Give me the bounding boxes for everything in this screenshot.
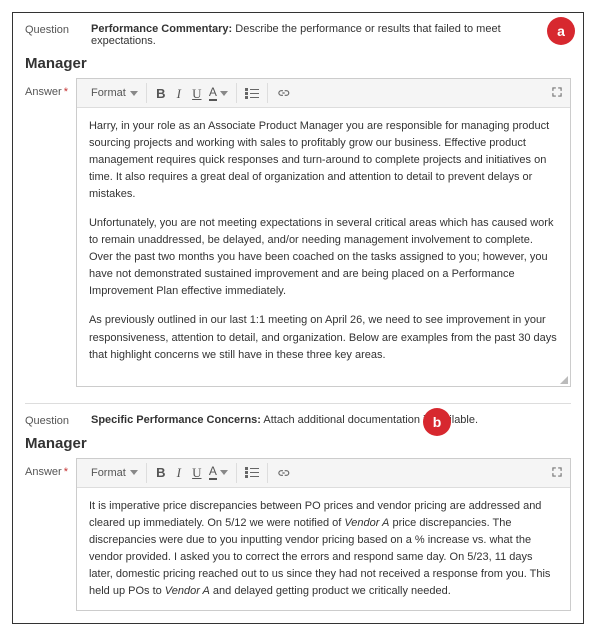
question-bold: Performance Commentary:	[91, 23, 232, 35]
chevron-down-icon	[130, 470, 138, 475]
editor-toolbar: Format B I U A	[77, 79, 570, 108]
link-icon	[276, 466, 290, 480]
toolbar-group-link	[268, 463, 298, 483]
bullet-list-button[interactable]	[245, 88, 259, 99]
question-row-b: Question Specific Performance Concerns: …	[25, 414, 571, 427]
italic-button[interactable]: I	[173, 466, 185, 479]
section-divider	[25, 403, 571, 404]
question-text: Specific Performance Concerns: Attach ad…	[91, 414, 571, 426]
text-color-icon: A	[209, 86, 217, 101]
format-label: Format	[91, 87, 126, 99]
link-icon	[276, 86, 290, 100]
resize-handle[interactable]	[558, 374, 568, 384]
toolbar-group-font: B I U A	[147, 463, 237, 483]
answer-row-b: Answer* Format B I U A	[25, 458, 571, 611]
answer-label: Answer*	[25, 458, 68, 478]
question-label: Question	[25, 414, 77, 427]
paragraph: Unfortunately, you are not meeting expec…	[89, 215, 558, 300]
rich-text-editor: Format B I U A	[76, 78, 571, 387]
toolbar-group-link	[268, 83, 298, 103]
text-color-button[interactable]: A	[209, 86, 228, 101]
format-dropdown[interactable]: Format	[91, 467, 138, 479]
annotation-badge-b: b	[423, 408, 451, 436]
question-label: Question	[25, 23, 77, 36]
answer-label-text: Answer	[25, 466, 62, 478]
paragraph: Harry, in your role as an Associate Prod…	[89, 118, 558, 203]
required-mark: *	[64, 86, 68, 98]
editor-toolbar: Format B I U A	[77, 459, 570, 488]
bold-button[interactable]: B	[155, 87, 167, 100]
underline-button[interactable]: U	[191, 87, 203, 100]
link-button[interactable]	[276, 466, 290, 480]
paragraph: As previously outlined in our last 1:1 m…	[89, 312, 558, 363]
format-label: Format	[91, 467, 126, 479]
question-bold: Specific Performance Concerns:	[91, 414, 261, 426]
toolbar-group-format: Format	[83, 463, 147, 483]
format-dropdown[interactable]: Format	[91, 87, 138, 99]
toolbar-group-format: Format	[83, 83, 147, 103]
role-heading: Manager	[25, 55, 571, 72]
expand-button[interactable]	[550, 465, 564, 479]
annotation-badge-a: a	[547, 17, 575, 45]
bold-button[interactable]: B	[155, 466, 167, 479]
expand-button[interactable]	[550, 85, 564, 99]
text-color-button[interactable]: A	[209, 465, 228, 480]
answer-label: Answer*	[25, 78, 68, 98]
paragraph: It is imperative price discrepancies bet…	[89, 498, 558, 600]
answer-row-a: Answer* Format B I U A	[25, 78, 571, 387]
editor-body[interactable]: It is imperative price discrepancies bet…	[77, 488, 570, 610]
toolbar-group-list	[237, 463, 268, 483]
question-row-a: Question Performance Commentary: Describ…	[25, 23, 571, 47]
toolbar-group-font: B I U A	[147, 83, 237, 103]
answer-label-text: Answer	[25, 86, 62, 98]
question-text: Performance Commentary: Describe the per…	[91, 23, 571, 47]
expand-icon	[550, 85, 564, 99]
underline-button[interactable]: U	[191, 466, 203, 479]
chevron-down-icon	[130, 91, 138, 96]
required-mark: *	[64, 466, 68, 478]
rich-text-editor: Format B I U A	[76, 458, 571, 611]
bullet-list-button[interactable]	[245, 467, 259, 478]
text-color-icon: A	[209, 465, 217, 480]
chevron-down-icon	[220, 470, 228, 475]
form-frame: Question Performance Commentary: Describ…	[12, 12, 584, 624]
editor-body[interactable]: Harry, in your role as an Associate Prod…	[77, 108, 570, 386]
role-heading: Manager	[25, 435, 571, 452]
link-button[interactable]	[276, 86, 290, 100]
toolbar-group-list	[237, 83, 268, 103]
expand-icon	[550, 465, 564, 479]
italic-button[interactable]: I	[173, 87, 185, 100]
chevron-down-icon	[220, 91, 228, 96]
